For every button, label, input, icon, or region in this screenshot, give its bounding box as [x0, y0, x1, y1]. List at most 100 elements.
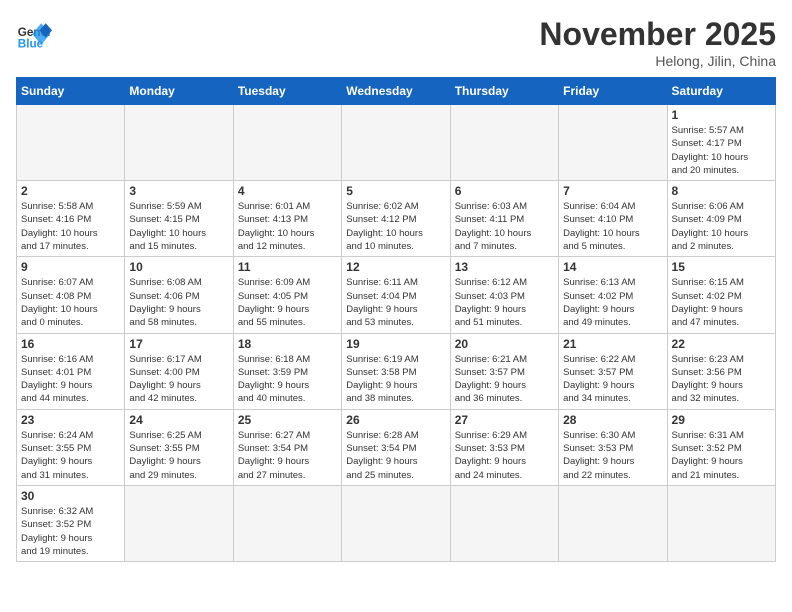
- day-info: Sunrise: 6:21 AM Sunset: 3:57 PM Dayligh…: [455, 353, 554, 406]
- col-wednesday: Wednesday: [342, 78, 450, 105]
- day-number: 1: [672, 108, 771, 122]
- table-row: [559, 485, 667, 561]
- table-row: [450, 485, 558, 561]
- col-thursday: Thursday: [450, 78, 558, 105]
- day-info: Sunrise: 6:07 AM Sunset: 4:08 PM Dayligh…: [21, 276, 120, 329]
- table-row: 20 Sunrise: 6:21 AM Sunset: 3:57 PM Dayli…: [450, 333, 558, 409]
- day-info: Sunrise: 6:13 AM Sunset: 4:02 PM Dayligh…: [563, 276, 662, 329]
- table-row: 18Sunrise: 6:18 AM Sunset: 3:59 PM Dayli…: [233, 333, 341, 409]
- table-row: 29 Sunrise: 6:31 AM Sunset: 3:52 PM Dayli…: [667, 409, 775, 485]
- day-info: Sunrise: 6:19 AM Sunset: 3:58 PM Dayligh…: [346, 353, 445, 406]
- calendar-week-row: 23Sunrise: 6:24 AM Sunset: 3:55 PM Dayli…: [17, 409, 776, 485]
- day-info: Sunrise: 6:02 AM Sunset: 4:12 PM Dayligh…: [346, 200, 445, 253]
- month-title: November 2025: [539, 16, 776, 53]
- day-number: 17: [129, 337, 228, 351]
- day-number: 30: [21, 489, 120, 503]
- day-info: Sunrise: 6:27 AM Sunset: 3:54 PM Dayligh…: [238, 429, 337, 482]
- table-row: [342, 105, 450, 181]
- col-sunday: Sunday: [17, 78, 125, 105]
- day-info: Sunrise: 6:23 AM Sunset: 3:56 PM Dayligh…: [672, 353, 771, 406]
- table-row: 30 Sunrise: 6:32 AM Sunset: 3:52 PM Dayli…: [17, 485, 125, 561]
- table-row: 13 Sunrise: 6:12 AM Sunset: 4:03 PM Dayli…: [450, 257, 558, 333]
- table-row: 17 Sunrise: 6:17 AM Sunset: 4:00 PM Dayli…: [125, 333, 233, 409]
- day-info: Sunrise: 6:01 AM Sunset: 4:13 PM Dayligh…: [238, 200, 337, 253]
- day-number: 9: [21, 260, 120, 274]
- page-header: General Blue November 2025 Helong, Jilin…: [16, 16, 776, 69]
- table-row: 25Sunrise: 6:27 AM Sunset: 3:54 PM Dayli…: [233, 409, 341, 485]
- table-row: 24Sunrise: 6:25 AM Sunset: 3:55 PM Dayli…: [125, 409, 233, 485]
- day-number: 22: [672, 337, 771, 351]
- table-row: 16Sunrise: 6:16 AM Sunset: 4:01 PM Dayli…: [17, 333, 125, 409]
- day-info: Sunrise: 5:57 AM Sunset: 4:17 PM Dayligh…: [672, 124, 771, 177]
- day-number: 12: [346, 260, 445, 274]
- day-info: Sunrise: 6:18 AM Sunset: 3:59 PM Dayligh…: [238, 353, 337, 406]
- day-number: 10: [129, 260, 228, 274]
- table-row: [17, 105, 125, 181]
- table-row: [667, 485, 775, 561]
- table-row: 11 Sunrise: 6:09 AM Sunset: 4:05 PM Dayli…: [233, 257, 341, 333]
- table-row: 7 Sunrise: 6:04 AM Sunset: 4:10 PM Daylig…: [559, 181, 667, 257]
- table-row: 12 Sunrise: 6:11 AM Sunset: 4:04 PM Dayli…: [342, 257, 450, 333]
- table-row: 19 Sunrise: 6:19 AM Sunset: 3:58 PM Dayli…: [342, 333, 450, 409]
- day-info: Sunrise: 6:11 AM Sunset: 4:04 PM Dayligh…: [346, 276, 445, 329]
- day-number: 4: [238, 184, 337, 198]
- table-row: 14 Sunrise: 6:13 AM Sunset: 4:02 PM Dayli…: [559, 257, 667, 333]
- table-row: 22 Sunrise: 6:23 AM Sunset: 3:56 PM Dayli…: [667, 333, 775, 409]
- day-info: Sunrise: 5:58 AM Sunset: 4:16 PM Dayligh…: [21, 200, 120, 253]
- table-row: [559, 105, 667, 181]
- table-row: [450, 105, 558, 181]
- day-info: Sunrise: 6:16 AM Sunset: 4:01 PM Dayligh…: [21, 353, 120, 406]
- table-row: 1 Sunrise: 5:57 AM Sunset: 4:17 PM Daylig…: [667, 105, 775, 181]
- table-row: [342, 485, 450, 561]
- table-row: [233, 485, 341, 561]
- title-block: November 2025 Helong, Jilin, China: [539, 16, 776, 69]
- calendar-week-row: 2 Sunrise: 5:58 AM Sunset: 4:16 PM Daylig…: [17, 181, 776, 257]
- day-info: Sunrise: 6:09 AM Sunset: 4:05 PM Dayligh…: [238, 276, 337, 329]
- day-info: Sunrise: 6:12 AM Sunset: 4:03 PM Dayligh…: [455, 276, 554, 329]
- table-row: 23Sunrise: 6:24 AM Sunset: 3:55 PM Dayli…: [17, 409, 125, 485]
- table-row: 5 Sunrise: 6:02 AM Sunset: 4:12 PM Daylig…: [342, 181, 450, 257]
- day-number: 29: [672, 413, 771, 427]
- table-row: [125, 105, 233, 181]
- day-info: Sunrise: 6:17 AM Sunset: 4:00 PM Dayligh…: [129, 353, 228, 406]
- day-number: 24: [129, 413, 228, 427]
- day-number: 14: [563, 260, 662, 274]
- day-number: 8: [672, 184, 771, 198]
- col-friday: Friday: [559, 78, 667, 105]
- table-row: 28 Sunrise: 6:30 AM Sunset: 3:53 PM Dayli…: [559, 409, 667, 485]
- day-info: Sunrise: 6:28 AM Sunset: 3:54 PM Dayligh…: [346, 429, 445, 482]
- day-number: 5: [346, 184, 445, 198]
- table-row: 2 Sunrise: 5:58 AM Sunset: 4:16 PM Daylig…: [17, 181, 125, 257]
- day-number: 15: [672, 260, 771, 274]
- day-number: 7: [563, 184, 662, 198]
- day-number: 20: [455, 337, 554, 351]
- table-row: [125, 485, 233, 561]
- day-number: 11: [238, 260, 337, 274]
- table-row: 3 Sunrise: 5:59 AM Sunset: 4:15 PM Daylig…: [125, 181, 233, 257]
- logo: General Blue: [16, 16, 52, 52]
- day-info: Sunrise: 6:04 AM Sunset: 4:10 PM Dayligh…: [563, 200, 662, 253]
- table-row: 26 Sunrise: 6:28 AM Sunset: 3:54 PM Dayli…: [342, 409, 450, 485]
- day-info: Sunrise: 6:06 AM Sunset: 4:09 PM Dayligh…: [672, 200, 771, 253]
- day-info: Sunrise: 6:03 AM Sunset: 4:11 PM Dayligh…: [455, 200, 554, 253]
- day-number: 23: [21, 413, 120, 427]
- day-info: Sunrise: 6:31 AM Sunset: 3:52 PM Dayligh…: [672, 429, 771, 482]
- calendar-week-row: 30 Sunrise: 6:32 AM Sunset: 3:52 PM Dayli…: [17, 485, 776, 561]
- day-info: Sunrise: 6:22 AM Sunset: 3:57 PM Dayligh…: [563, 353, 662, 406]
- day-number: 2: [21, 184, 120, 198]
- day-info: Sunrise: 5:59 AM Sunset: 4:15 PM Dayligh…: [129, 200, 228, 253]
- day-number: 19: [346, 337, 445, 351]
- day-info: Sunrise: 6:30 AM Sunset: 3:53 PM Dayligh…: [563, 429, 662, 482]
- table-row: 4 Sunrise: 6:01 AM Sunset: 4:13 PM Daylig…: [233, 181, 341, 257]
- table-row: [233, 105, 341, 181]
- day-number: 13: [455, 260, 554, 274]
- location: Helong, Jilin, China: [539, 53, 776, 69]
- calendar-week-row: 1 Sunrise: 5:57 AM Sunset: 4:17 PM Daylig…: [17, 105, 776, 181]
- day-info: Sunrise: 6:32 AM Sunset: 3:52 PM Dayligh…: [21, 505, 120, 558]
- day-number: 21: [563, 337, 662, 351]
- table-row: 8 Sunrise: 6:06 AM Sunset: 4:09 PM Daylig…: [667, 181, 775, 257]
- day-number: 3: [129, 184, 228, 198]
- day-info: Sunrise: 6:08 AM Sunset: 4:06 PM Dayligh…: [129, 276, 228, 329]
- day-number: 28: [563, 413, 662, 427]
- day-number: 26: [346, 413, 445, 427]
